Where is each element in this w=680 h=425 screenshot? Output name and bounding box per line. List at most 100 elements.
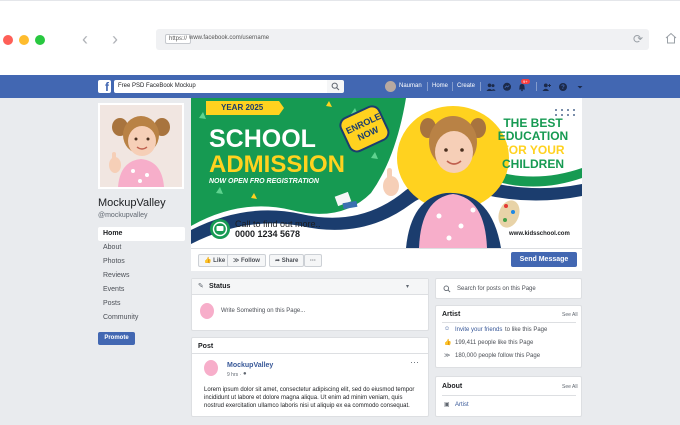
page-post-search[interactable]: Search for posts on this Page bbox=[435, 278, 582, 299]
forward-arrow-icon[interactable]: › bbox=[112, 30, 118, 48]
more-options-button[interactable]: ··· bbox=[304, 254, 322, 267]
page-name: MockupValley bbox=[98, 197, 166, 209]
post-card: Post MockupValley 9 hrs · ● ··· Lorem ip… bbox=[191, 337, 429, 417]
url-text[interactable]: www.facebook.com/username bbox=[189, 35, 269, 41]
category-icon: ▣ bbox=[444, 402, 450, 408]
divider bbox=[452, 82, 453, 91]
browser-toolbar: ‹ › https:// www.facebook.com/username ⟳ bbox=[0, 0, 680, 75]
about-category-link[interactable]: Artist bbox=[455, 402, 469, 408]
cover-phone-number: 0000 1234 5678 bbox=[235, 229, 301, 239]
status-card: ✎ Status ▾ Write Something on this Page.… bbox=[191, 278, 429, 331]
post-author-avatar[interactable] bbox=[204, 360, 218, 376]
followers-icon: ≫ bbox=[444, 353, 451, 359]
search-icon bbox=[443, 285, 451, 293]
left-nav-community[interactable]: Community bbox=[98, 311, 185, 325]
audience-selector-icon[interactable]: ▾ bbox=[406, 283, 409, 290]
account-menu-chevron-icon[interactable] bbox=[575, 82, 585, 92]
about-card: About See All ▣ Artist bbox=[435, 376, 582, 417]
left-nav-events[interactable]: Events bbox=[98, 283, 185, 297]
facebook-top-bar: f Free PSD FaceBook Mockup Nauman Home C… bbox=[0, 75, 680, 98]
invite-friends-text: to like this Page bbox=[505, 327, 548, 333]
facebook-logo-icon[interactable]: f bbox=[98, 80, 111, 94]
post-author-name[interactable]: MockupValley bbox=[227, 362, 273, 369]
find-friends-icon[interactable] bbox=[542, 82, 552, 92]
cover-year-label: YEAR 2025 bbox=[221, 103, 264, 112]
artist-card: Artist See All ☺ Invite your friends to … bbox=[435, 305, 582, 368]
facebook-search-button[interactable] bbox=[327, 80, 344, 93]
send-message-button[interactable]: Send Message bbox=[511, 252, 577, 267]
composer-avatar bbox=[200, 303, 214, 319]
home-icon[interactable] bbox=[664, 31, 678, 45]
share-icon: ➦ bbox=[275, 258, 281, 264]
cover-subline: NOW OPEN FRO REGISTRATION bbox=[209, 178, 319, 185]
divider bbox=[536, 82, 537, 91]
pencil-icon: ✎ bbox=[198, 283, 204, 290]
cover-right-line-3: FOR YOUR bbox=[501, 143, 565, 157]
promote-button[interactable]: Promote bbox=[98, 332, 135, 345]
follow-label: Follow bbox=[240, 258, 260, 264]
follow-icon: ≫ bbox=[233, 258, 240, 264]
messenger-icon[interactable] bbox=[502, 82, 512, 92]
user-name-link[interactable]: Nauman bbox=[399, 83, 422, 89]
close-window-button[interactable] bbox=[3, 35, 13, 45]
child-photo-icon bbox=[100, 105, 182, 187]
cover-headline-admission: ADMISSION bbox=[209, 151, 346, 178]
post-options-icon[interactable]: ··· bbox=[410, 357, 419, 367]
like-label: Like bbox=[213, 258, 226, 264]
left-nav-posts[interactable]: Posts bbox=[98, 297, 185, 311]
cover-website: www.kidsschool.com bbox=[509, 231, 570, 237]
divider bbox=[442, 322, 576, 323]
user-avatar[interactable] bbox=[385, 81, 396, 92]
page-followers-count: 180,000 people follow this Page bbox=[455, 353, 541, 359]
thumbs-up-icon: 👍 bbox=[444, 340, 452, 346]
search-icon bbox=[331, 82, 340, 91]
artist-see-all-link[interactable]: See All bbox=[562, 312, 578, 318]
notification-badge: 9+ bbox=[521, 79, 530, 84]
cover-right-line-4: CHILDREN bbox=[502, 157, 564, 171]
left-nav-photos[interactable]: Photos bbox=[98, 255, 185, 269]
follow-button[interactable]: ≫ Follow bbox=[227, 254, 266, 267]
home-link[interactable]: Home bbox=[432, 83, 448, 89]
facebook-search-input[interactable]: Free PSD FaceBook Mockup bbox=[114, 80, 327, 93]
cover-right-line-2: EDUCATION bbox=[497, 129, 569, 143]
page-handle: @mockupvalley bbox=[98, 212, 148, 219]
help-icon[interactable]: ? bbox=[558, 82, 568, 92]
maximize-window-button[interactable] bbox=[35, 35, 45, 45]
page-likes-count: 199,411 people like this Page bbox=[455, 340, 534, 346]
status-card-title: Status bbox=[209, 283, 231, 290]
about-see-all-link[interactable]: See All bbox=[562, 384, 578, 390]
post-timestamp[interactable]: 9 hrs · bbox=[227, 372, 241, 378]
back-arrow-icon[interactable]: ‹ bbox=[82, 30, 88, 48]
divider bbox=[480, 82, 481, 91]
minimize-window-button[interactable] bbox=[19, 35, 29, 45]
friend-requests-icon[interactable] bbox=[486, 82, 496, 92]
share-button[interactable]: ➦ Share bbox=[269, 254, 305, 267]
post-body-text: Lorem ipsum dolor sit amet, consectetur … bbox=[204, 387, 415, 409]
like-icon: 👍 bbox=[204, 258, 212, 264]
url-protocol: https:// bbox=[165, 34, 192, 44]
left-nav-reviews[interactable]: Reviews bbox=[98, 269, 185, 283]
svg-text:?: ? bbox=[561, 85, 565, 91]
address-bar[interactable]: https:// www.facebook.com/username ⟳ bbox=[156, 29, 649, 50]
left-nav-home[interactable]: Home bbox=[98, 227, 185, 241]
divider bbox=[427, 82, 428, 91]
about-card-title: About bbox=[442, 383, 463, 390]
status-composer-input[interactable]: Write Something on this Page... bbox=[221, 308, 305, 314]
share-label: Share bbox=[281, 258, 299, 264]
artist-card-title: Artist bbox=[442, 311, 461, 318]
invite-friends-link[interactable]: Invite your friends bbox=[455, 327, 502, 333]
profile-picture[interactable] bbox=[98, 103, 184, 189]
invite-friends-icon: ☺ bbox=[444, 326, 451, 332]
cover-photo[interactable]: YEAR 2025 SCHOOL ADMISSION NOW OPEN FRO … bbox=[191, 98, 582, 248]
reload-icon[interactable]: ⟳ bbox=[633, 32, 643, 46]
globe-icon: ● bbox=[243, 371, 247, 377]
post-card-title: Post bbox=[198, 343, 214, 350]
left-nav-about[interactable]: About bbox=[98, 241, 185, 255]
create-link[interactable]: Create bbox=[457, 83, 475, 89]
cover-headline-school: SCHOOL bbox=[209, 125, 316, 153]
page-post-search-input[interactable]: Search for posts on this Page bbox=[457, 286, 536, 292]
cover-call-text: Call to find out more.. bbox=[235, 219, 321, 229]
divider bbox=[442, 395, 576, 396]
page-left-nav: Home About Photos Reviews Events Posts C… bbox=[98, 227, 185, 325]
divider bbox=[192, 353, 428, 354]
